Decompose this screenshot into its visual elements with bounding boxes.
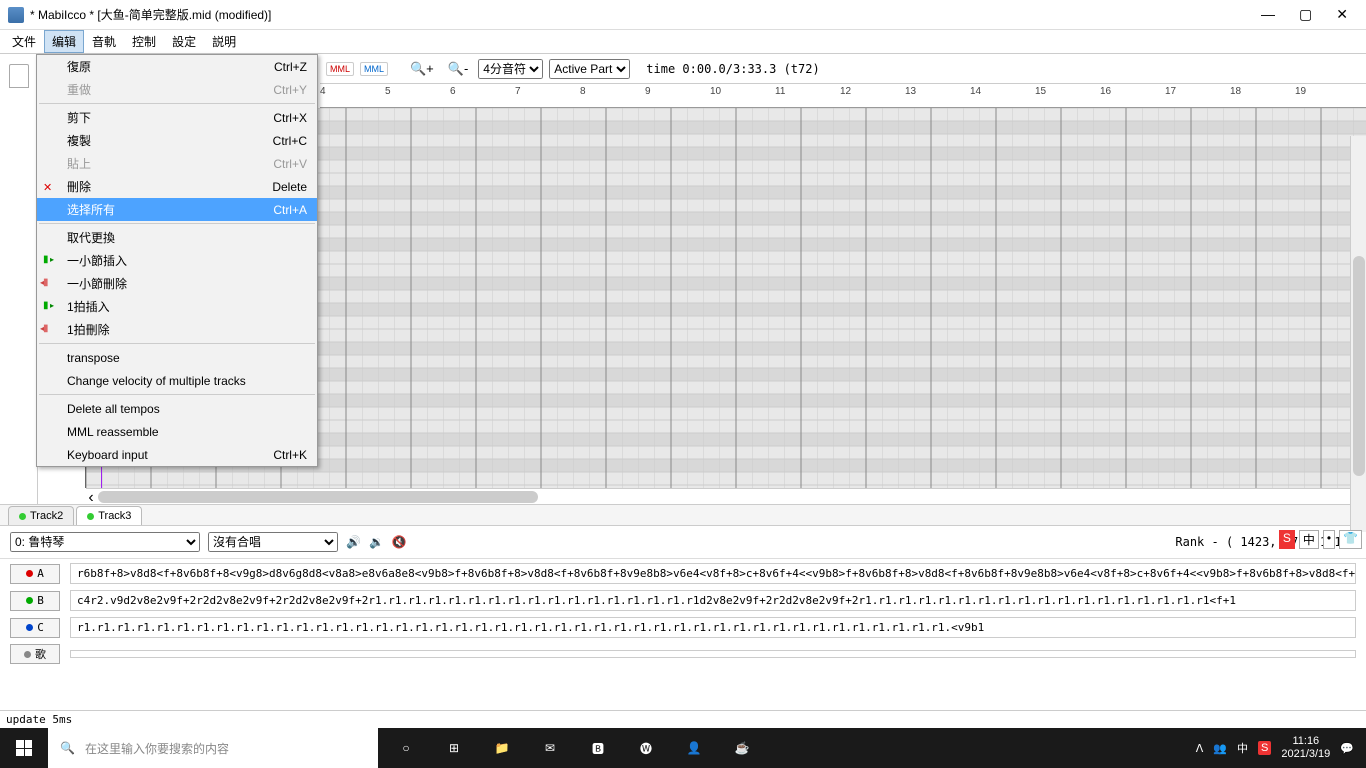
tray-people-icon[interactable]: 👥: [1213, 742, 1227, 755]
menu-音軌[interactable]: 音軌: [84, 30, 124, 53]
menuitem-Change velocity of multiple tracks[interactable]: Change velocity of multiple tracks: [37, 369, 317, 392]
document-icon[interactable]: [9, 64, 29, 88]
part-button-B[interactable]: B: [10, 591, 60, 611]
zoom-in-button[interactable]: 🔍+: [406, 59, 438, 79]
mml-text-C[interactable]: r1.r1.r1.r1.r1.r1.r1.r1.r1.r1.r1.r1.r1.r…: [70, 617, 1356, 638]
menu-説明[interactable]: 説明: [204, 30, 244, 53]
word-icon[interactable]: 🅦: [622, 728, 670, 768]
mml-panel: Ar6b8f+8>v8d8<f+8v6b8f+8<v9g8>d8v6g8d8<v…: [0, 559, 1366, 674]
menuitem-一小節刪除[interactable]: 一小節刪除: [37, 272, 317, 295]
start-button[interactable]: [0, 728, 48, 768]
search-icon: 🔍: [60, 741, 75, 755]
track-controls: 0: 鲁特琴 沒有合唱 🔊 🔉 🔇 Rank - ( 1423, 178, 13…: [0, 526, 1366, 559]
maximize-button[interactable]: ▢: [1299, 6, 1312, 23]
menuitem-选择所有[interactable]: 选择所有Ctrl+A: [37, 198, 317, 221]
x-icon: [43, 180, 57, 194]
part-button-A[interactable]: A: [10, 564, 60, 584]
tray-ime[interactable]: 中: [1237, 740, 1248, 756]
search-placeholder: 在这里输入你要搜索的内容: [85, 740, 229, 757]
menuitem-Delete all tempos[interactable]: Delete all tempos: [37, 397, 317, 420]
bar-in-icon: [43, 254, 57, 268]
close-button[interactable]: ✕: [1336, 6, 1348, 23]
sound-icon[interactable]: 🔊: [346, 535, 361, 549]
mml-text-歌[interactable]: [70, 650, 1356, 658]
menuitem-複製[interactable]: 複製Ctrl+C: [37, 129, 317, 152]
app-icon[interactable]: 🅱: [574, 728, 622, 768]
cortana-icon[interactable]: ○: [382, 728, 430, 768]
mml-text-A[interactable]: r6b8f+8>v8d8<f+8v6b8f+8<v9g8>d8v6g8d8<v8…: [70, 563, 1356, 584]
mml-export-button[interactable]: MML: [360, 62, 388, 76]
menuitem-貼上: 貼上Ctrl+V: [37, 152, 317, 175]
chorus-select[interactable]: 沒有合唱: [208, 532, 338, 552]
menuitem-重做: 重做Ctrl+Y: [37, 78, 317, 101]
windows-taskbar: 🔍 在这里输入你要搜索的内容 ○ ⊞ 📁 ✉ 🅱 🅦 👤 ☕ ᐱ 👥 中 S 1…: [0, 728, 1366, 768]
menuitem-剪下[interactable]: 剪下Ctrl+X: [37, 106, 317, 129]
notifications-icon[interactable]: 💬: [1340, 742, 1354, 755]
menuitem-一小節插入[interactable]: 一小節插入: [37, 249, 317, 272]
toolbar: MML MML 🔍+ 🔍- 4分音符 Active Part time 0:00…: [320, 54, 1366, 84]
mml-row-A: Ar6b8f+8>v8d8<f+8v6b8f+8<v9g8>d8v6g8d8<v…: [10, 563, 1356, 584]
explorer-icon[interactable]: 📁: [478, 728, 526, 768]
time-display: time 0:00.0/3:33.3 (t72): [646, 62, 819, 76]
taskview-icon[interactable]: ⊞: [430, 728, 478, 768]
bar-out-icon: [43, 277, 57, 291]
ime-floating-badge[interactable]: S中•👕: [1275, 528, 1366, 551]
menuitem-1拍刪除[interactable]: 1拍刪除: [37, 318, 317, 341]
menuitem-刪除[interactable]: 刪除Delete: [37, 175, 317, 198]
taskbar-clock[interactable]: 11:16 2021/3/19: [1281, 735, 1330, 761]
menu-設定[interactable]: 設定: [164, 30, 204, 53]
horizontal-scrollbar[interactable]: ‹ ›: [86, 488, 1366, 504]
titlebar: * MabiIcco * [大鱼-简单完整版.mid (modified)] —…: [0, 0, 1366, 30]
mml-text-B[interactable]: c4r2.v9d2v8e2v9f+2r2d2v8e2v9f+2r2d2v8e2v…: [70, 590, 1356, 611]
mail-icon[interactable]: ✉: [526, 728, 574, 768]
note-length-select[interactable]: 4分音符: [478, 59, 543, 79]
menuitem-1拍插入[interactable]: 1拍插入: [37, 295, 317, 318]
mml-row-C: Cr1.r1.r1.r1.r1.r1.r1.r1.r1.r1.r1.r1.r1.…: [10, 617, 1356, 638]
menuitem-MML reassemble[interactable]: MML reassemble: [37, 420, 317, 443]
tab-Track3[interactable]: Track3: [76, 506, 142, 525]
taskbar-search[interactable]: 🔍 在这里输入你要搜索的内容: [48, 728, 378, 768]
app2-icon[interactable]: 👤: [670, 728, 718, 768]
mml-row-歌: 歌: [10, 644, 1356, 664]
menuitem-transpose[interactable]: transpose: [37, 346, 317, 369]
minimize-button[interactable]: —: [1261, 6, 1275, 23]
sound-icon-alt[interactable]: 🔉: [369, 535, 384, 549]
tab-Track2[interactable]: Track2: [8, 506, 74, 525]
window-title: * MabiIcco * [大鱼-简单完整版.mid (modified)]: [30, 6, 271, 23]
active-part-select[interactable]: Active Part: [549, 59, 630, 79]
edit-menu-dropdown: 復原Ctrl+Z重做Ctrl+Y 剪下Ctrl+X複製Ctrl+C貼上Ctrl+V…: [36, 54, 318, 467]
menuitem-復原[interactable]: 復原Ctrl+Z: [37, 55, 317, 78]
part-button-歌[interactable]: 歌: [10, 644, 60, 664]
track-tabs: Track2Track3: [0, 504, 1366, 526]
zoom-out-button[interactable]: 🔍-: [444, 59, 473, 79]
part-button-C[interactable]: C: [10, 618, 60, 638]
mute-icon[interactable]: 🔇: [392, 535, 407, 549]
bar-out-icon: [43, 323, 57, 337]
document-sidebar: [0, 54, 38, 504]
mml-row-B: Bc4r2.v9d2v8e2v9f+2r2d2v8e2v9f+2r2d2v8e2…: [10, 590, 1356, 611]
menuitem-取代更換[interactable]: 取代更換: [37, 226, 317, 249]
mml-import-button[interactable]: MML: [326, 62, 354, 76]
measure-ruler[interactable]: 45678910111213141516171819: [320, 84, 1366, 108]
tray-sogou-icon[interactable]: S: [1258, 741, 1271, 755]
java-app-icon[interactable]: ☕: [718, 728, 766, 768]
menu-控制[interactable]: 控制: [124, 30, 164, 53]
menu-编辑[interactable]: 编辑: [44, 30, 84, 53]
statusbar: update 5ms: [0, 710, 1366, 728]
instrument-select[interactable]: 0: 鲁特琴: [10, 532, 200, 552]
java-icon: [8, 7, 24, 23]
vertical-scrollbar[interactable]: [1350, 136, 1366, 532]
bar-in-icon: [43, 300, 57, 314]
menubar: 文件编辑音軌控制設定説明: [0, 30, 1366, 54]
menuitem-Keyboard input[interactable]: Keyboard inputCtrl+K: [37, 443, 317, 466]
tray-chevron-icon[interactable]: ᐱ: [1196, 742, 1204, 755]
menu-文件[interactable]: 文件: [4, 30, 44, 53]
